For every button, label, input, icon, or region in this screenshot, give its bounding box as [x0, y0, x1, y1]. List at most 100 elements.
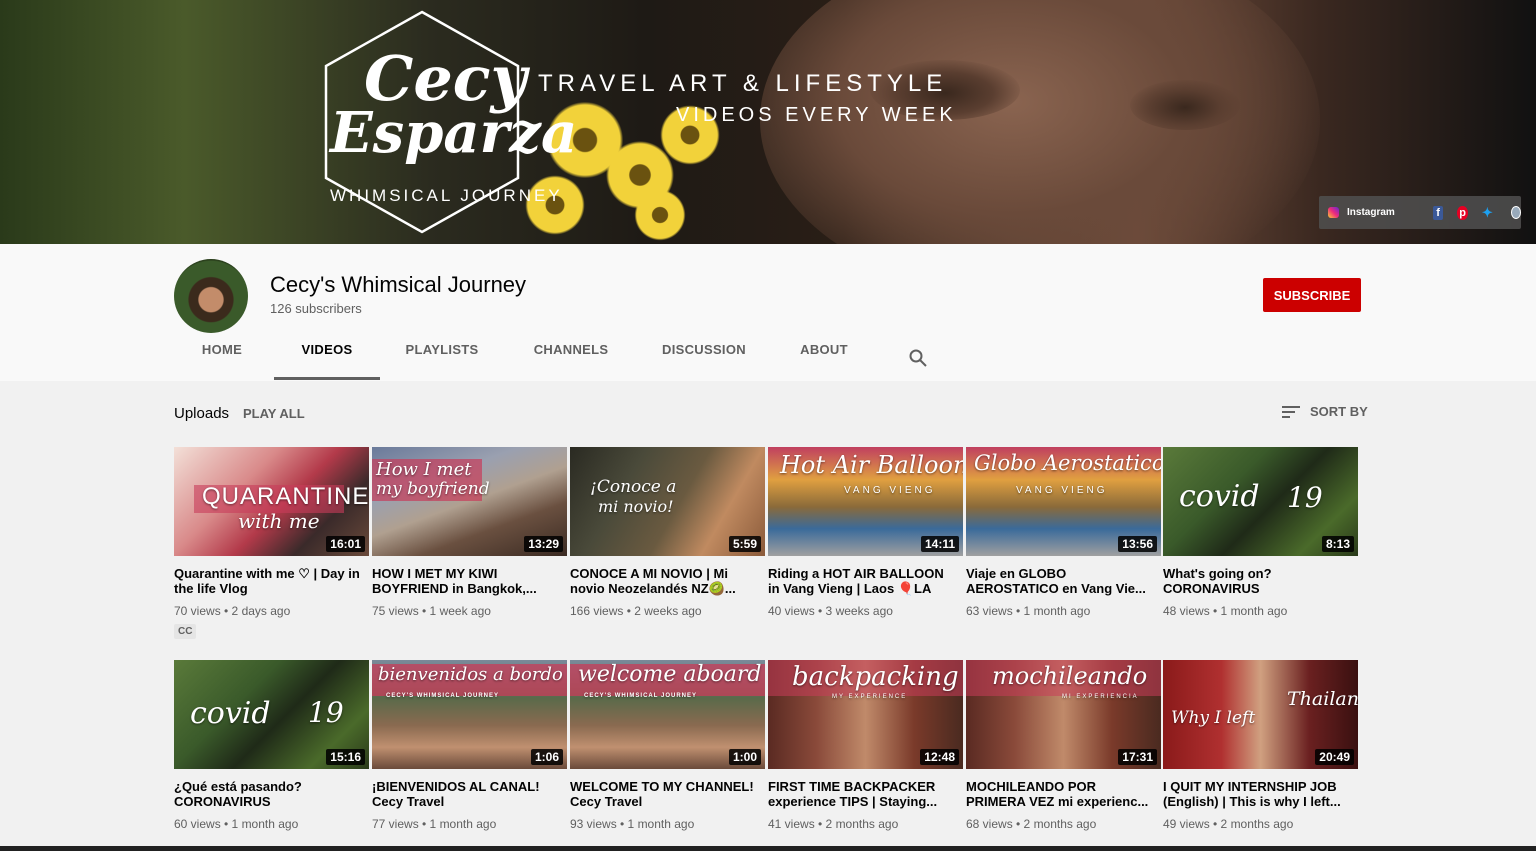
video-thumbnail[interactable]: Why I left Thailand 20:49: [1163, 660, 1358, 769]
video-card[interactable]: covid 19 8:13 What's going on? CORONAVIR…: [1163, 447, 1359, 618]
instagram-icon: [1328, 207, 1339, 218]
thumbnail-subtitle: 19: [308, 696, 344, 729]
thumbnail-subtitle: MI EXPERIENCIA: [1062, 694, 1139, 700]
channel-name: Cecy's Whimsical Journey: [270, 272, 527, 297]
thumbnail-subtitle: VANG VIENG: [844, 485, 936, 496]
video-card[interactable]: Why I left Thailand 20:49 I QUIT MY INTE…: [1163, 660, 1359, 831]
video-thumbnail[interactable]: How I met my boyfriend 13:29: [372, 447, 567, 556]
video-title[interactable]: MOCHILEANDO POR PRIMERA VEZ mi experienc…: [966, 779, 1156, 809]
channel-banner: Cecy Esparza WHIMSICAL JOURNEY TRAVEL AR…: [0, 0, 1536, 244]
thumbnail-title: covid: [190, 696, 271, 731]
video-title[interactable]: ¡BIENVENIDOS AL CANAL! Cecy Travel: [372, 779, 562, 809]
video-card[interactable]: backpacking MY EXPERIENCE 12:48 FIRST TI…: [768, 660, 964, 831]
thumbnail-subtitle: MY EXPERIENCE: [832, 694, 908, 700]
video-card[interactable]: How I met my boyfriend 13:29 HOW I MET M…: [372, 447, 568, 618]
video-card[interactable]: mochileando MI EXPERIENCIA 17:31 MOCHILE…: [966, 660, 1162, 831]
thumbnail-title: backpacking: [792, 662, 959, 692]
video-title[interactable]: ¿Qué está pasando? CORONAVIRUS: [174, 779, 364, 809]
video-meta: 77 views • 1 month ago: [372, 817, 497, 831]
video-thumbnail[interactable]: Globo Aerostatico VANG VIENG 13:56: [966, 447, 1161, 556]
video-thumbnail[interactable]: covid 19 8:13: [1163, 447, 1358, 556]
banner-photo-detail: [1130, 80, 1240, 130]
video-card[interactable]: Hot Air Balloon VANG VIENG 14:11 Riding …: [768, 447, 964, 618]
play-all-button[interactable]: PLAY ALL: [243, 406, 305, 421]
search-icon[interactable]: [908, 348, 928, 368]
thumbnail-subtitle: Thailand: [1287, 688, 1358, 710]
sort-by-label: SORT BY: [1310, 404, 1368, 419]
video-title[interactable]: HOW I MET MY KIWI BOYFRIEND in Bangkok,.…: [372, 566, 562, 596]
video-meta: 41 views • 2 months ago: [768, 817, 899, 831]
video-card[interactable]: ¡Conoce a mi novio! 5:59 CONOCE A MI NOV…: [570, 447, 766, 618]
video-title[interactable]: CONOCE A MI NOVIO | Mi novio Neozelandés…: [570, 566, 760, 596]
website-icon[interactable]: [1510, 206, 1521, 219]
video-card[interactable]: QUARANTINE with me 16:01 Quarantine with…: [174, 447, 370, 639]
video-meta: 63 views • 1 month ago: [966, 604, 1091, 618]
thumbnail-title: Globo Aerostatico: [974, 451, 1161, 475]
video-meta: 75 views • 1 week ago: [372, 604, 491, 618]
video-card[interactable]: bienvenidos a bordo CECY'S WHIMSICAL JOU…: [372, 660, 568, 831]
banner-tagline: VIDEOS EVERY WEEK: [676, 104, 957, 126]
video-title[interactable]: Quarantine with me ♡ | Day in the life V…: [174, 566, 364, 596]
avatar[interactable]: [174, 259, 248, 333]
video-meta: 93 views • 1 month ago: [570, 817, 695, 831]
taskbar-edge: [0, 846, 1536, 851]
tab-discussion[interactable]: DISCUSSION: [652, 342, 756, 380]
video-duration: 16:01: [326, 536, 365, 552]
thumbnail-title: welcome aboard: [578, 662, 762, 687]
video-card[interactable]: welcome aboard CECY'S WHIMSICAL JOURNEY …: [570, 660, 766, 831]
video-title[interactable]: Viaje en GLOBO AEROSTATICO en Vang Vie..…: [966, 566, 1156, 596]
tab-home[interactable]: HOME: [192, 342, 252, 380]
instagram-label: Instagram: [1347, 207, 1395, 218]
video-thumbnail[interactable]: Hot Air Balloon VANG VIENG 14:11: [768, 447, 963, 556]
video-meta: 166 views • 2 weeks ago: [570, 604, 702, 618]
thumbnail-subtitle: 19: [1287, 481, 1323, 514]
video-duration: 15:16: [326, 749, 365, 765]
video-title[interactable]: Riding a HOT AIR BALLOON in Vang Vieng |…: [768, 566, 958, 596]
twitter-icon[interactable]: ✦: [1482, 205, 1493, 220]
thumbnail-title: mochileando: [992, 662, 1148, 690]
video-title[interactable]: What's going on? CORONAVIRUS: [1163, 566, 1353, 596]
video-thumbnail[interactable]: mochileando MI EXPERIENCIA 17:31: [966, 660, 1161, 769]
pinterest-icon[interactable]: p: [1457, 205, 1468, 220]
video-duration: 1:00: [728, 749, 761, 765]
facebook-icon[interactable]: f: [1432, 205, 1444, 220]
thumbnail-subtitle: VANG VIENG: [1016, 485, 1108, 496]
video-title[interactable]: I QUIT MY INTERNSHIP JOB (English) | Thi…: [1163, 779, 1353, 809]
video-thumbnail[interactable]: bienvenidos a bordo CECY'S WHIMSICAL JOU…: [372, 660, 567, 769]
thumbnail-subtitle: mi novio!: [598, 497, 674, 516]
video-title[interactable]: FIRST TIME BACKPACKER experience TIPS | …: [768, 779, 958, 809]
tab-playlists[interactable]: PLAYLISTS: [398, 342, 486, 380]
video-meta: 70 views • 2 days ago: [174, 604, 291, 618]
video-title[interactable]: WELCOME TO MY CHANNEL! Cecy Travel: [570, 779, 760, 809]
video-thumbnail[interactable]: covid 19 15:16: [174, 660, 369, 769]
tab-videos[interactable]: VIDEOS: [274, 342, 380, 380]
video-card[interactable]: covid 19 15:16 ¿Qué está pasando? CORONA…: [174, 660, 370, 831]
thumbnail-subtitle: with me: [238, 509, 320, 533]
video-thumbnail[interactable]: welcome aboard CECY'S WHIMSICAL JOURNEY …: [570, 660, 765, 769]
sort-icon: [1282, 405, 1300, 419]
thumbnail-title: bienvenidos a bordo: [378, 664, 563, 685]
tab-channels[interactable]: CHANNELS: [522, 342, 620, 380]
thumbnail-title: QUARANTINE: [202, 483, 369, 510]
video-meta: 60 views • 1 month ago: [174, 817, 299, 831]
tab-about[interactable]: ABOUT: [790, 342, 858, 380]
video-meta: 48 views • 1 month ago: [1163, 604, 1288, 618]
subscriber-count: 126 subscribers: [270, 301, 362, 316]
logo-subtitle: WHIMSICAL JOURNEY: [330, 186, 563, 205]
video-thumbnail[interactable]: backpacking MY EXPERIENCE 12:48: [768, 660, 963, 769]
video-duration: 14:11: [920, 536, 959, 552]
section-title: Uploads: [174, 405, 230, 422]
thumbnail-title: Why I left: [1171, 708, 1256, 728]
logo-text: Esparza: [330, 100, 578, 166]
social-links-bar: Instagram f p ✦: [1319, 196, 1521, 229]
video-duration: 13:29: [524, 536, 563, 552]
video-card[interactable]: Globo Aerostatico VANG VIENG 13:56 Viaje…: [966, 447, 1162, 618]
video-thumbnail[interactable]: ¡Conoce a mi novio! 5:59: [570, 447, 765, 556]
sort-by-button[interactable]: SORT BY: [1282, 404, 1368, 419]
active-tab-indicator: [274, 377, 380, 380]
subscribe-button[interactable]: SUBSCRIBE: [1263, 278, 1361, 312]
thumbnail-subtitle: CECY'S WHIMSICAL JOURNEY: [584, 693, 697, 699]
instagram-link[interactable]: Instagram: [1328, 207, 1395, 218]
thumbnail-title: Hot Air Balloon: [780, 451, 963, 479]
video-thumbnail[interactable]: QUARANTINE with me 16:01: [174, 447, 369, 556]
